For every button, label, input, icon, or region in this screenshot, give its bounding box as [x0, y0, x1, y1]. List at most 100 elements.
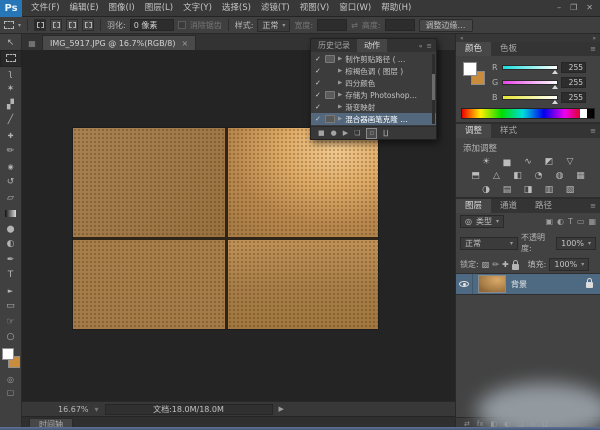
play-selection-icon[interactable]: ▶	[343, 129, 348, 137]
opacity-select[interactable]: 100% ▾	[556, 237, 596, 250]
filter-adjustment-layers-icon[interactable]: ◐	[557, 217, 564, 226]
lock-all-icon[interactable]	[512, 264, 519, 270]
menu-item-window[interactable]: 窗口(W)	[334, 0, 376, 16]
vibrance-adjustment-icon[interactable]: ▽	[564, 157, 577, 167]
height-input[interactable]	[385, 19, 415, 31]
menu-item-select[interactable]: 选择(S)	[217, 0, 256, 16]
hue-saturation-adjustment-icon[interactable]: ⬒	[469, 171, 482, 181]
tool-preset-marquee-icon[interactable]	[4, 21, 14, 29]
layer-name[interactable]: 背景	[511, 279, 527, 290]
rectangle-tool[interactable]: ▭	[1, 299, 21, 315]
blend-mode-select[interactable]: 正常 ▾	[460, 237, 518, 250]
layer-visibility-toggle[interactable]	[456, 274, 473, 294]
action-check-icon[interactable]: ✓	[315, 67, 322, 75]
color-lookup-adjustment-icon[interactable]: ▦	[574, 171, 587, 181]
tool-preset-dropdown-icon[interactable]: ▾	[18, 22, 21, 29]
filter-type-layers-icon[interactable]: T	[568, 217, 573, 226]
close-button[interactable]: ✕	[586, 0, 593, 16]
delete-action-icon[interactable]: ∐	[383, 129, 388, 137]
levels-adjustment-icon[interactable]: ▅	[501, 157, 514, 167]
zoom-tool[interactable]: ○	[1, 330, 21, 346]
path-selection-tool[interactable]: ►	[1, 283, 21, 299]
lasso-tool[interactable]: ʅ	[1, 66, 21, 82]
invert-adjustment-icon[interactable]: ◑	[480, 185, 493, 195]
layers-panel-menu-icon[interactable]: ≡	[590, 199, 600, 213]
tab-history[interactable]: 历史记录	[311, 39, 357, 52]
brightness-contrast-adjustment-icon[interactable]: ☀	[480, 157, 493, 167]
type-tool[interactable]: T	[1, 268, 21, 284]
menu-item-edit[interactable]: 编辑(E)	[65, 0, 104, 16]
width-input[interactable]	[317, 19, 347, 31]
menu-item-image[interactable]: 图像(I)	[104, 0, 140, 16]
expand-dock-icon[interactable]: »	[592, 35, 596, 42]
red-slider-handle-icon[interactable]	[552, 70, 558, 74]
document-tab-close-icon[interactable]: ×	[182, 39, 189, 48]
begin-recording-icon[interactable]: ●	[331, 129, 337, 137]
pen-tool[interactable]: ✒	[1, 252, 21, 268]
scrollbar-thumb[interactable]	[432, 74, 435, 101]
selective-color-adjustment-icon[interactable]: ▧	[564, 185, 577, 195]
spectrum-white-swatch[interactable]	[580, 109, 587, 118]
tab-adjustments[interactable]: 调整	[456, 124, 491, 138]
layer-thumbnail[interactable]	[478, 275, 506, 293]
arrange-documents-icon[interactable]: ▦	[24, 39, 40, 48]
actions-scrollbar[interactable]	[432, 54, 435, 124]
lock-position-icon[interactable]: ✚	[502, 260, 509, 269]
tab-paths[interactable]: 路径	[526, 199, 561, 213]
menu-item-help[interactable]: 帮助(H)	[376, 0, 416, 16]
threshold-adjustment-icon[interactable]: ◨	[522, 185, 535, 195]
actions-collapse-icon[interactable]: «	[419, 42, 423, 50]
quick-selection-tool[interactable]: ✶	[1, 82, 21, 98]
rectangular-marquee-tool[interactable]	[1, 51, 21, 67]
brush-tool[interactable]: ✏	[1, 144, 21, 160]
filter-shape-layers-icon[interactable]: ▭	[577, 217, 585, 226]
gradient-tool[interactable]	[1, 206, 21, 222]
expand-action-icon[interactable]: ▶	[338, 104, 342, 110]
red-channel-slider[interactable]	[502, 65, 558, 70]
antialias-checkbox[interactable]	[178, 21, 186, 29]
filter-pixel-layers-icon[interactable]: ▣	[545, 217, 553, 226]
status-menu-arrow-icon[interactable]: ▶	[279, 405, 284, 413]
new-selection-button[interactable]	[34, 19, 46, 31]
clone-stamp-tool[interactable]: ◉	[1, 159, 21, 175]
move-tool[interactable]: ↖	[1, 35, 21, 51]
hand-tool[interactable]: ☞	[1, 314, 21, 330]
action-check-icon[interactable]: ✓	[315, 91, 322, 99]
expand-action-icon[interactable]: ▶	[338, 68, 342, 74]
action-check-icon[interactable]: ✓	[315, 103, 322, 111]
feather-input[interactable]: 0 像素	[130, 19, 174, 31]
lock-transparency-icon[interactable]: ▨	[482, 260, 490, 269]
menu-item-view[interactable]: 视图(V)	[295, 0, 334, 16]
link-dimensions-icon[interactable]: ⇄	[351, 21, 358, 30]
blur-tool[interactable]: ⬤	[1, 221, 21, 237]
dialog-toggle-icon[interactable]	[325, 91, 335, 99]
collapse-dock-icon[interactable]: «	[460, 35, 464, 42]
style-select[interactable]: 正常▾	[257, 19, 290, 32]
background-layer-row[interactable]: 背景	[456, 273, 600, 295]
adjustments-panel-menu-icon[interactable]: ≡	[590, 124, 600, 138]
dialog-toggle-icon[interactable]	[325, 115, 335, 123]
tab-channels[interactable]: 通道	[491, 199, 526, 213]
curves-adjustment-icon[interactable]: ∿	[522, 157, 535, 167]
minimize-button[interactable]: –	[557, 0, 561, 16]
menu-item-file[interactable]: 文件(F)	[26, 0, 65, 16]
menu-item-type[interactable]: 文字(Y)	[178, 0, 217, 16]
intersect-selection-button[interactable]	[82, 19, 94, 31]
color-spectrum-ramp[interactable]	[461, 108, 595, 119]
red-channel-value[interactable]: 255	[561, 62, 586, 73]
action-row[interactable]: ✓ ▶ 棕褐色调 ( 图层 )	[311, 65, 436, 77]
action-row[interactable]: ✓ ▶ 存储为 Photoshop…	[311, 89, 436, 101]
blue-channel-value[interactable]: 255	[561, 92, 586, 103]
action-row[interactable]: ✓ ▶ 四分颜色	[311, 77, 436, 89]
fill-select[interactable]: 100% ▾	[549, 258, 589, 271]
posterize-adjustment-icon[interactable]: ▤	[501, 185, 514, 195]
layer-filter-select[interactable]: ◎ 类型 ▾	[460, 215, 504, 228]
stop-playing-icon[interactable]: ■	[318, 129, 325, 137]
document-tab[interactable]: IMG_5917.JPG @ 16.7%(RGB/8) ×	[42, 35, 196, 50]
channel-mixer-adjustment-icon[interactable]: ◍	[553, 171, 566, 181]
create-new-action-icon[interactable]: ▫	[366, 128, 377, 139]
green-slider-handle-icon[interactable]	[552, 85, 558, 89]
dialog-toggle-icon[interactable]	[325, 55, 335, 63]
expand-action-icon[interactable]: ▶	[338, 80, 342, 86]
tab-layers[interactable]: 图层	[456, 199, 491, 213]
